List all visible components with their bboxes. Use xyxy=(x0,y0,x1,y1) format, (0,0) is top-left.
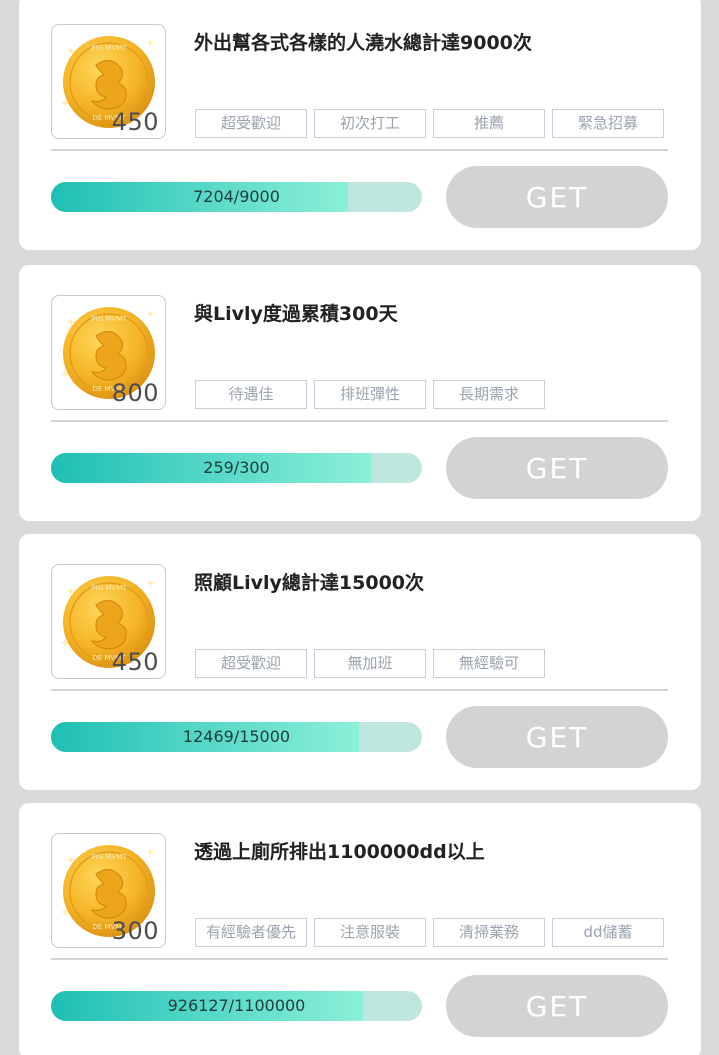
reward-box: PIG MVMT DE MVMT 300 xyxy=(51,833,166,948)
reward-box: PIG MVMT DE MVMT 800 xyxy=(51,295,166,410)
progress-text: 926127/1100000 xyxy=(167,996,306,1015)
mission-title: 透過上廁所排出1100000dd以上 xyxy=(194,841,485,863)
progress-text: 12469/15000 xyxy=(182,727,291,746)
progress-bar: 12469/15000 xyxy=(51,722,422,752)
svg-text:PIG MVMT: PIG MVMT xyxy=(91,853,127,861)
progress-bar: 7204/9000 xyxy=(51,182,422,212)
progress-text: 7204/9000 xyxy=(193,187,280,206)
progress-text: 259/300 xyxy=(203,458,270,477)
reward-amount: 450 xyxy=(111,108,159,136)
job-tag: 推薦 xyxy=(433,109,545,138)
job-tag: 注意服裝 xyxy=(314,918,426,947)
mission-card: PIG MVMT DE MVMT 450 照顧Livly總計達15000次 超受… xyxy=(19,534,701,790)
progress-bar: 926127/1100000 xyxy=(51,991,422,1021)
tag-list: 待遇佳 排班彈性 長期需求 xyxy=(195,380,545,409)
job-tag: 待遇佳 xyxy=(195,380,307,409)
reward-amount: 300 xyxy=(111,917,159,945)
job-tag: 無加班 xyxy=(314,649,426,678)
job-tag: 清掃業務 xyxy=(433,918,545,947)
reward-amount: 450 xyxy=(111,648,159,676)
job-tag: 有經驗者優先 xyxy=(195,918,307,947)
tag-list: 有經驗者優先 注意服裝 清掃業務 dd儲蓄 xyxy=(195,918,664,947)
reward-amount: 800 xyxy=(111,379,159,407)
mission-title: 外出幫各式各樣的人澆水總計達9000次 xyxy=(194,32,532,54)
get-button[interactable]: GET xyxy=(446,706,668,768)
mission-card: PIG MVMT DE MVMT 300 透過上廁所排出1100000dd以上 … xyxy=(19,803,701,1055)
get-button[interactable]: GET xyxy=(446,975,668,1037)
svg-text:PIG MVMT: PIG MVMT xyxy=(91,315,127,323)
svg-text:PIG MVMT: PIG MVMT xyxy=(91,44,127,52)
job-tag: 長期需求 xyxy=(433,380,545,409)
reward-box: PIG MVMT DE MVMT 450 xyxy=(51,564,166,679)
reward-box: PIG MVMT DE MVMT 450 xyxy=(51,24,166,139)
job-tag: 緊急招募 xyxy=(552,109,664,138)
divider xyxy=(51,149,668,151)
divider xyxy=(51,689,668,691)
mission-card: PIG MVMT DE MVMT 800 與Livly度過累積300天 待遇佳排… xyxy=(19,265,701,521)
job-tag: 初次打工 xyxy=(314,109,426,138)
mission-title: 照顧Livly總計達15000次 xyxy=(194,572,425,594)
get-button[interactable]: GET xyxy=(446,437,668,499)
get-button[interactable]: GET xyxy=(446,166,668,228)
job-tag: 排班彈性 xyxy=(314,380,426,409)
tag-list: 超受歡迎 無加班 無經驗可 xyxy=(195,649,545,678)
mission-card: PIG MVMT DE MVMT 450 外出幫各式各樣的人澆水總計達9000次… xyxy=(19,0,701,250)
job-tag: 超受歡迎 xyxy=(195,649,307,678)
job-tag: 無經驗可 xyxy=(433,649,545,678)
progress-bar: 259/300 xyxy=(51,453,422,483)
mission-title: 與Livly度過累積300天 xyxy=(194,303,398,325)
svg-text:PIG MVMT: PIG MVMT xyxy=(91,584,127,592)
tag-list: 超受歡迎 初次打工 推薦 緊急招募 xyxy=(195,109,664,138)
divider xyxy=(51,420,668,422)
job-tag: 超受歡迎 xyxy=(195,109,307,138)
job-tag: dd儲蓄 xyxy=(552,918,664,947)
mission-list: PIG MVMT DE MVMT 450 外出幫各式各樣的人澆水總計達9000次… xyxy=(0,0,719,1055)
divider xyxy=(51,958,668,960)
